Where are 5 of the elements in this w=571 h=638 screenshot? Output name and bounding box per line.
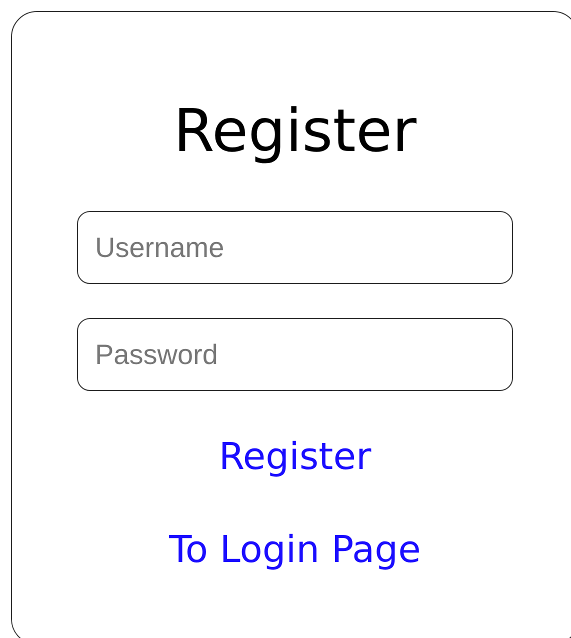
login-page-link[interactable]: To Login Page <box>169 525 421 575</box>
username-field[interactable]: Username <box>77 211 513 284</box>
password-field[interactable]: Password <box>77 318 513 391</box>
register-title: Register <box>174 96 416 166</box>
register-link[interactable]: Register <box>218 432 372 482</box>
